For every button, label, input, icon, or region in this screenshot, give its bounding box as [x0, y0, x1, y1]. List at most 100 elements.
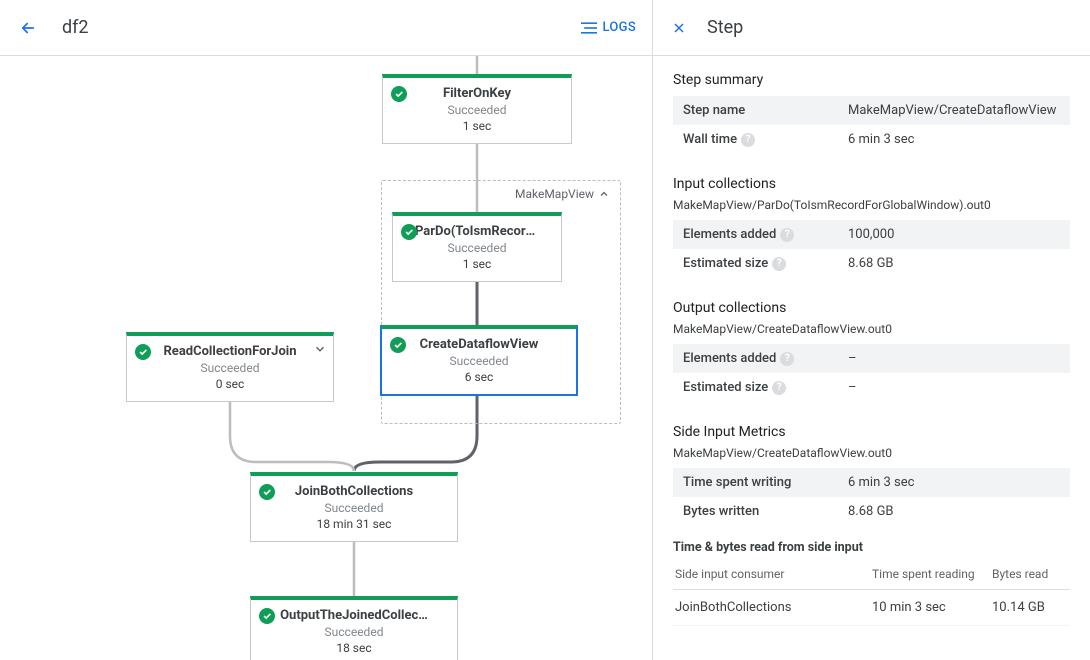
side-read-row: JoinBothCollections 10 min 3 sec 10.14 G… [673, 590, 1070, 626]
kv-label: Estimated size [683, 256, 768, 271]
kv-value: 6 min 3 sec [848, 132, 914, 147]
chevron-down-icon [313, 342, 327, 356]
row-elements-added: Elements added? – [673, 344, 1070, 373]
node-status: Succeeded [259, 501, 449, 515]
close-icon [671, 20, 687, 36]
node-title: JoinBothCollections [259, 484, 449, 499]
node-time: 0 sec [135, 377, 325, 391]
success-icon [390, 337, 406, 353]
section-subheading: MakeMapView/ParDo(ToIsmRecordForGlobalWi… [673, 198, 1070, 212]
chevron-up-icon [598, 188, 610, 200]
kv-label: Wall time [683, 132, 737, 147]
row-elements-added: Elements added? 100,000 [673, 220, 1070, 249]
col-time: Time spent reading [870, 561, 990, 590]
node-time: 18 sec [259, 641, 449, 655]
left-header: df2 LOGS [0, 0, 652, 56]
help-icon[interactable]: ? [772, 381, 786, 395]
section-output-collections: Output collections MakeMapView/CreateDat… [673, 300, 1070, 402]
row-wall-time: Wall time? 6 min 3 sec [673, 125, 1070, 154]
logs-icon [581, 21, 597, 35]
row-bytes-written: Bytes written 8.68 GB [673, 497, 1070, 526]
section-heading: Step summary [673, 72, 1070, 88]
node-filteronkey[interactable]: FilterOnKey Succeeded 1 sec [382, 74, 572, 144]
section-heading: Side Input Metrics [673, 424, 1070, 440]
node-outputjoined[interactable]: OutputTheJoinedCollec… Succeeded 18 sec [250, 596, 458, 660]
section-subheading: MakeMapView/CreateDataflowView.out0 [673, 322, 1070, 336]
node-createdataflowview[interactable]: CreateDataflowView Succeeded 6 sec [380, 325, 578, 396]
node-time: 6 sec [390, 370, 568, 384]
kv-label: Time spent writing [683, 475, 791, 490]
node-title: CreateDataflowView [390, 337, 568, 352]
node-status: Succeeded [259, 625, 449, 639]
kv-value: – [848, 351, 857, 366]
kv-label: Step name [683, 103, 745, 118]
details-body: Step summary Step name MakeMapView/Creat… [653, 56, 1090, 660]
kv-value: 100,000 [848, 227, 894, 242]
section-side-input-metrics: Side Input Metrics MakeMapView/CreateDat… [673, 424, 1070, 626]
node-title: ParDo(ToIsmRecordFor… [401, 224, 553, 239]
node-status: Succeeded [401, 241, 553, 255]
node-readcollectionforjoin[interactable]: ReadCollectionForJoin Succeeded 0 sec [126, 332, 334, 402]
graph-canvas[interactable]: MakeMapView FilterOnKey Succeeded 1 sec … [0, 56, 652, 660]
help-icon[interactable]: ? [780, 228, 794, 242]
success-icon [391, 86, 407, 102]
group-label-text: MakeMapView [515, 187, 594, 201]
section-subheading: MakeMapView/CreateDataflowView.out0 [673, 446, 1070, 460]
kv-label: Bytes written [683, 504, 759, 519]
help-icon[interactable]: ? [741, 133, 755, 147]
success-icon [259, 608, 275, 624]
kv-label: Elements added [683, 227, 776, 242]
node-title: OutputTheJoinedCollec… [259, 608, 449, 623]
kv-value: 6 min 3 sec [848, 475, 914, 490]
success-icon [259, 484, 275, 500]
back-button[interactable] [16, 16, 40, 40]
row-estimated-size: Estimated size? – [673, 373, 1070, 402]
kv-value: 8.68 GB [848, 256, 894, 271]
group-collapse-toggle[interactable]: MakeMapView [515, 187, 610, 201]
side-read-heading: Time & bytes read from side input [673, 540, 1070, 555]
output-table: Elements added? – Estimated size? – [673, 344, 1070, 402]
node-status: Succeeded [391, 103, 563, 117]
job-title: df2 [62, 17, 89, 38]
col-bytes: Bytes read [990, 561, 1070, 590]
panel-title: Step [707, 17, 743, 38]
left-pane: df2 LOGS MakeMapView [0, 0, 653, 660]
row-time-writing: Time spent writing 6 min 3 sec [673, 468, 1070, 497]
details-header: Step [653, 0, 1090, 56]
kv-label: Estimated size [683, 380, 768, 395]
section-step-summary: Step summary Step name MakeMapView/Creat… [673, 72, 1070, 154]
kv-value: 8.68 GB [848, 504, 894, 519]
node-joinbothcollections[interactable]: JoinBothCollections Succeeded 18 min 31 … [250, 472, 458, 542]
section-input-collections: Input collections MakeMapView/ParDo(ToIs… [673, 176, 1070, 278]
row-estimated-size: Estimated size? 8.68 GB [673, 249, 1070, 278]
arrow-left-icon [19, 19, 37, 37]
row-step-name: Step name MakeMapView/CreateDataflowView [673, 96, 1070, 125]
close-panel-button[interactable] [669, 18, 689, 38]
success-icon [401, 224, 417, 240]
logs-button[interactable]: LOGS [581, 20, 637, 35]
summary-table: Step name MakeMapView/CreateDataflowView… [673, 96, 1070, 154]
node-status: Succeeded [135, 361, 325, 375]
help-icon[interactable]: ? [780, 352, 794, 366]
expand-node-button[interactable] [313, 342, 327, 360]
node-time: 1 sec [391, 119, 563, 133]
input-table: Elements added? 100,000 Estimated size? … [673, 220, 1070, 278]
node-time: 18 min 31 sec [259, 517, 449, 531]
node-pardo-toismrecord[interactable]: ParDo(ToIsmRecordFor… Succeeded 1 sec [392, 212, 562, 282]
logs-label: LOGS [603, 20, 637, 35]
side-metrics-table: Time spent writing 6 min 3 sec Bytes wri… [673, 468, 1070, 526]
cell-time: 10 min 3 sec [870, 590, 990, 626]
col-consumer: Side input consumer [673, 561, 870, 590]
side-read-table: Side input consumer Time spent reading B… [673, 561, 1070, 626]
cell-bytes: 10.14 GB [990, 590, 1070, 626]
kv-value: – [848, 380, 857, 395]
node-status: Succeeded [390, 354, 568, 368]
section-heading: Output collections [673, 300, 1070, 316]
section-heading: Input collections [673, 176, 1070, 192]
help-icon[interactable]: ? [772, 257, 786, 271]
cell-consumer: JoinBothCollections [673, 590, 870, 626]
node-time: 1 sec [401, 257, 553, 271]
node-title: ReadCollectionForJoin [135, 344, 325, 359]
success-icon [135, 344, 151, 360]
kv-label: Elements added [683, 351, 776, 366]
